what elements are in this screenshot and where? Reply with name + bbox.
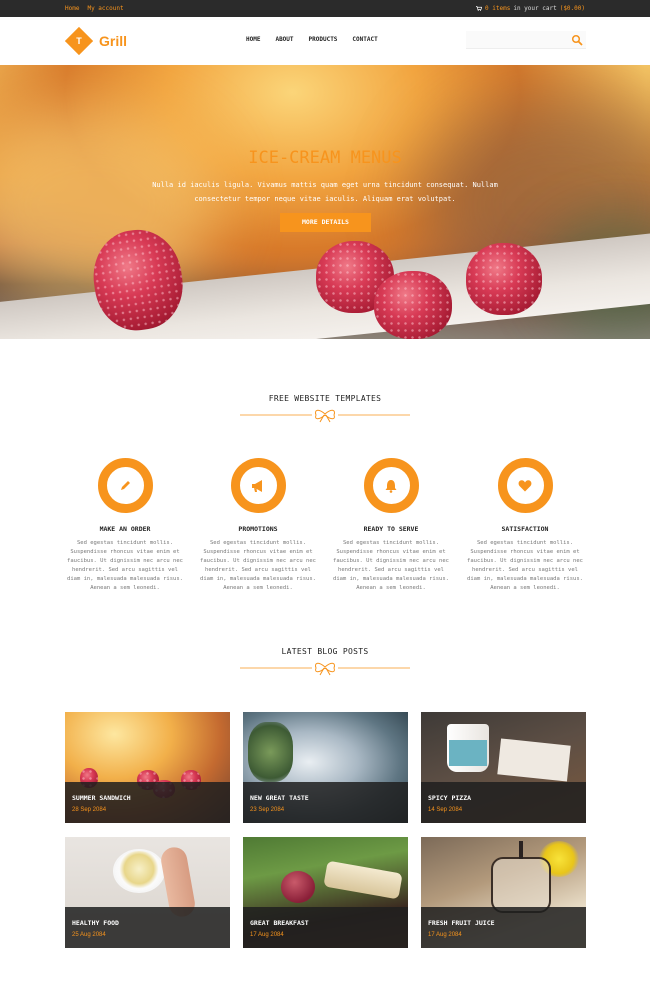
feature-icon-ring	[97, 458, 153, 513]
post-date: 28 Sep 2084	[72, 807, 107, 813]
blog-post-card[interactable]: NEW GREAT TASTE 23 Sep 2084	[243, 712, 408, 823]
bow-divider-icon	[240, 662, 410, 676]
nav-contact[interactable]: CONTACT	[352, 36, 377, 43]
search-box	[466, 31, 586, 49]
raspberry	[466, 243, 542, 315]
post-date: 23 Sep 2084	[250, 807, 285, 813]
blog-post-card[interactable]: SPICY PIZZA 14 Sep 2084	[421, 712, 586, 823]
blog-post-card[interactable]: FRESH FRUIT JUICE 17 Aug 2084	[421, 837, 586, 948]
blog-post-card[interactable]: HEALTHY FOOD 25 Aug 2084	[65, 837, 230, 948]
svg-text:T: T	[76, 36, 82, 46]
top-bar: Home My account 0 items in your cart ($0…	[0, 0, 650, 17]
main-nav: HOME ABOUT PRODUCTS CONTACT	[246, 36, 378, 43]
bell-icon	[385, 479, 397, 493]
post-image-teapot-plunger	[519, 841, 523, 859]
brand-name: Grill	[99, 33, 128, 49]
home-link[interactable]: Home	[65, 5, 79, 12]
bow-divider-icon	[240, 409, 410, 423]
post-image-cup-sleeve	[449, 740, 487, 766]
feature-title: SATISFACTION	[501, 525, 549, 533]
cart-summary[interactable]: 0 items in your cart ($0.00)	[476, 5, 585, 12]
feature-title: MAKE AN ORDER	[99, 525, 151, 533]
cart-text: in your cart	[513, 5, 557, 12]
post-date: 14 Sep 2084	[428, 807, 463, 813]
post-title[interactable]: NEW GREAT TASTE	[250, 794, 309, 802]
post-caption: SPICY PIZZA 14 Sep 2084	[421, 782, 586, 823]
nav-home[interactable]: HOME	[246, 36, 260, 43]
feature-text: Sed egestas tincidunt mollis. Suspendiss…	[67, 540, 183, 591]
cart-total: ($0.00)	[559, 5, 585, 12]
post-title[interactable]: SUMMER SANDWICH	[72, 794, 131, 802]
post-date: 17 Aug 2084	[250, 932, 284, 938]
post-image-cookie-box	[497, 738, 571, 782]
blog-post-card[interactable]: GREAT BREAKFAST 17 Aug 2084	[243, 837, 408, 948]
hero-title: ICE-CREAM MENUS	[248, 148, 402, 168]
pencil-icon	[121, 480, 130, 490]
top-links: Home My account	[65, 5, 124, 12]
post-title[interactable]: SPICY PIZZA	[428, 794, 471, 802]
post-image-bread	[323, 860, 403, 900]
feature-icon-ring	[497, 458, 553, 513]
logo[interactable]: T Grill	[65, 27, 127, 55]
feature-text: Sed egestas tincidunt mollis. Suspendiss…	[467, 540, 583, 591]
post-image-teapot	[491, 857, 551, 913]
feature-icon-ring	[363, 458, 419, 513]
post-caption: SUMMER SANDWICH 28 Sep 2084	[65, 782, 230, 823]
nav-products[interactable]: PRODUCTS	[309, 36, 338, 43]
logo-diamond-icon: T	[65, 27, 93, 55]
feature-icon-ring	[230, 458, 286, 513]
post-title[interactable]: HEALTHY FOOD	[72, 919, 119, 927]
hero-banner: ICE-CREAM MENUS Nulla id iaculis ligula.…	[0, 65, 650, 339]
features-title: FREE WEBSITE TEMPLATES	[268, 394, 382, 403]
heart-icon	[518, 479, 532, 491]
blog-post-card[interactable]: SUMMER SANDWICH 28 Sep 2084	[65, 712, 230, 823]
cart-icon	[476, 6, 483, 11]
post-caption: HEALTHY FOOD 25 Aug 2084	[65, 907, 230, 948]
my-account-link[interactable]: My account	[87, 5, 123, 12]
feature-ready-to-serve: READY TO SERVE Sed egestas tincidunt mol…	[331, 458, 451, 593]
post-caption: FRESH FRUIT JUICE 17 Aug 2084	[421, 907, 586, 948]
feature-satisfaction: SATISFACTION Sed egestas tincidunt molli…	[465, 458, 585, 593]
post-image-bowl	[113, 849, 165, 893]
search-icon[interactable]	[571, 34, 583, 46]
megaphone-icon	[252, 479, 262, 492]
feature-text: Sed egestas tincidunt mollis. Suspendiss…	[333, 540, 449, 591]
feature-promotions: PROMOTIONS Sed egestas tincidunt mollis.…	[198, 458, 318, 593]
post-title[interactable]: GREAT BREAKFAST	[250, 919, 309, 927]
post-image-onion	[281, 871, 315, 903]
more-details-button[interactable]: MORE DETAILS	[280, 213, 371, 232]
site-header: T Grill HOME ABOUT PRODUCTS CONTACT	[0, 17, 650, 65]
search-input[interactable]	[468, 33, 568, 47]
post-caption: GREAT BREAKFAST 17 Aug 2084	[243, 907, 408, 948]
post-date: 17 Aug 2084	[428, 932, 462, 938]
feature-title: READY TO SERVE	[363, 525, 419, 533]
cart-count: 0 items	[485, 5, 511, 12]
raspberry	[374, 271, 452, 339]
feature-title: PROMOTIONS	[238, 525, 278, 533]
post-date: 25 Aug 2084	[72, 932, 106, 938]
hero-text: Nulla id iaculis ligula. Vivamus mattis …	[152, 181, 498, 203]
blog-title: LATEST BLOG POSTS	[281, 647, 369, 656]
feature-text: Sed egestas tincidunt mollis. Suspendiss…	[200, 540, 316, 591]
post-title[interactable]: FRESH FRUIT JUICE	[428, 919, 495, 927]
feature-make-order: MAKE AN ORDER Sed egestas tincidunt moll…	[65, 458, 185, 593]
post-caption: NEW GREAT TASTE 23 Sep 2084	[243, 782, 408, 823]
nav-about[interactable]: ABOUT	[275, 36, 293, 43]
post-image-plant	[248, 722, 293, 782]
